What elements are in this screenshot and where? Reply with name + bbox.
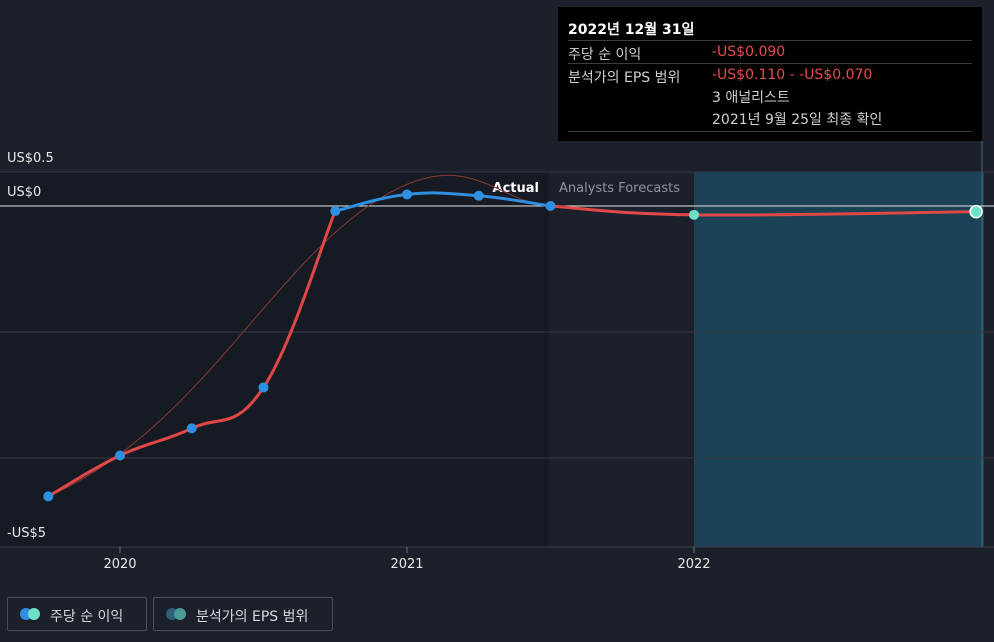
tooltip-confirmed: 2021년 9월 25일 최종 확인 <box>712 112 883 128</box>
y-tick-label: -US$5 <box>7 526 46 541</box>
tooltip-range-value: -US$0.110 - -US$0.070 <box>712 67 873 83</box>
tooltip: 2022년 12월 31일 주당 순 이익 -US$0.090 분석가의 EPS… <box>558 7 982 141</box>
actual-point[interactable] <box>545 201 556 211</box>
actual-label: Actual <box>493 181 539 196</box>
tooltip-divider <box>568 131 972 132</box>
actual-point[interactable] <box>473 190 484 201</box>
x-tick-label: 2021 <box>390 557 423 572</box>
legend-range-label: 분석가의 EPS 범위 <box>196 609 309 625</box>
forecast-point-active[interactable] <box>969 204 983 219</box>
y-tick-label: US$0 <box>7 185 41 200</box>
legend-range-icon <box>166 608 186 620</box>
actual-point[interactable] <box>115 450 125 461</box>
x-tick-label: 2020 <box>103 557 136 572</box>
tooltip-analysts: 3 애널리스트 <box>712 90 790 106</box>
x-axis-labels: 2020 2021 2022 <box>103 547 711 572</box>
tooltip-eps-label: 주당 순 이익 <box>568 47 642 63</box>
legend-eps-label: 주당 순 이익 <box>50 609 124 625</box>
legend-range[interactable]: 분석가의 EPS 범위 <box>153 597 333 631</box>
tooltip-range-label: 분석가의 EPS 범위 <box>568 70 681 86</box>
tooltip-range-row: 분석가의 EPS 범위 -US$0.110 - -US$0.070 <box>568 63 972 86</box>
x-tick-label: 2022 <box>677 557 710 572</box>
actual-point[interactable] <box>330 206 341 217</box>
forecast-area <box>694 172 984 547</box>
tooltip-eps-value: -US$0.090 <box>712 44 786 60</box>
legend-eps-icon <box>20 608 40 620</box>
tooltip-eps-row: 주당 순 이익 -US$0.090 <box>568 40 972 63</box>
forecast-point[interactable] <box>689 209 699 220</box>
legend-eps[interactable]: 주당 순 이익 <box>7 597 147 631</box>
actual-point[interactable] <box>186 423 197 434</box>
actual-point[interactable] <box>258 382 269 393</box>
actual-point[interactable] <box>43 491 54 502</box>
tooltip-date: 2022년 12월 31일 <box>568 22 695 38</box>
forecast-label: Analysts Forecasts <box>559 181 680 196</box>
actual-region <box>0 172 549 547</box>
actual-point[interactable] <box>402 189 412 200</box>
y-tick-label: US$0.5 <box>7 151 54 166</box>
